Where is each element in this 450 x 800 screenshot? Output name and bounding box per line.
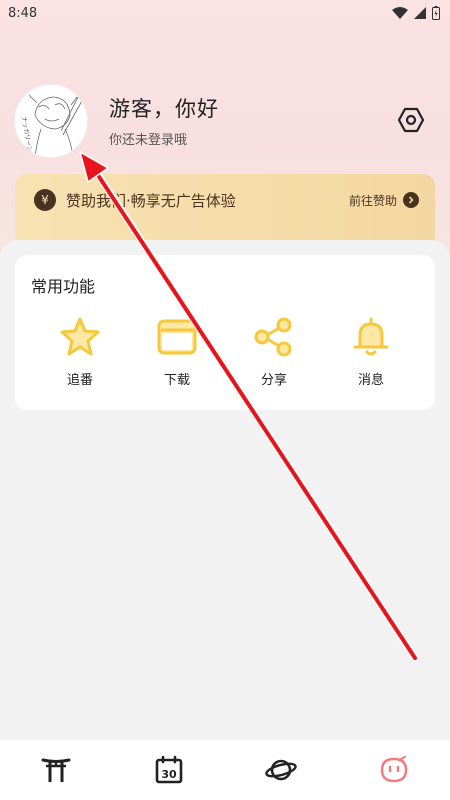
profile-face-icon <box>380 756 407 783</box>
common-functions-card: 常用功能 追番 下载 分享 消息 <box>15 255 435 410</box>
nav-discover[interactable] <box>251 740 311 800</box>
profile-section: ナッカリーン 游客，你好 你还未登录哦 <box>14 84 436 158</box>
func-item-share[interactable]: 分享 <box>229 315 319 395</box>
avatar-caption: ナッカリーン <box>20 116 33 152</box>
settings-hexagon-icon <box>397 107 425 133</box>
func-label: 消息 <box>357 373 384 388</box>
bell-icon <box>349 315 393 359</box>
sponsor-link[interactable]: 前往赞助 <box>349 192 419 209</box>
greeting-title: 游客，你好 <box>109 96 219 121</box>
bottom-navigation: 30 <box>0 740 450 800</box>
star-icon <box>58 315 102 359</box>
share-icon <box>252 315 296 359</box>
login-hint[interactable]: 你还未登录哦 <box>109 129 219 148</box>
calendar-icon: 30 <box>155 755 183 784</box>
signal-icon <box>414 7 426 19</box>
func-label: 下载 <box>163 373 190 388</box>
status-time: 8:48 <box>8 5 38 21</box>
func-item-follow[interactable]: 追番 <box>35 315 125 395</box>
torii-icon <box>41 758 71 782</box>
status-bar: 8:48 <box>0 0 450 26</box>
planet-icon <box>265 759 297 781</box>
wifi-icon <box>392 7 408 19</box>
sponsor-banner[interactable]: ¥ 赞助我们·畅享无广告体验 前往赞助 <box>15 174 435 240</box>
func-item-download[interactable]: 下载 <box>132 315 222 395</box>
nav-calendar[interactable]: 30 <box>139 740 199 800</box>
sponsor-link-label: 前往赞助 <box>348 193 397 208</box>
settings-button[interactable] <box>396 105 426 135</box>
functions-title: 常用功能 <box>31 277 96 296</box>
nav-profile[interactable] <box>364 740 424 800</box>
func-label: 追番 <box>66 373 93 388</box>
yen-icon: ¥ <box>34 189 56 211</box>
nav-home[interactable] <box>26 740 86 800</box>
sponsor-text: 赞助我们·畅享无广告体验 <box>66 191 236 210</box>
status-icons <box>392 6 440 20</box>
chevron-right-icon <box>403 192 419 208</box>
battery-icon <box>432 6 440 20</box>
calendar-day-text: 30 <box>161 768 177 781</box>
func-item-messages[interactable]: 消息 <box>326 315 416 395</box>
profile-text: 游客，你好 你还未登录哦 <box>109 93 219 148</box>
func-label: 分享 <box>260 373 287 388</box>
folder-icon <box>155 315 199 359</box>
avatar[interactable]: ナッカリーン <box>14 84 88 158</box>
